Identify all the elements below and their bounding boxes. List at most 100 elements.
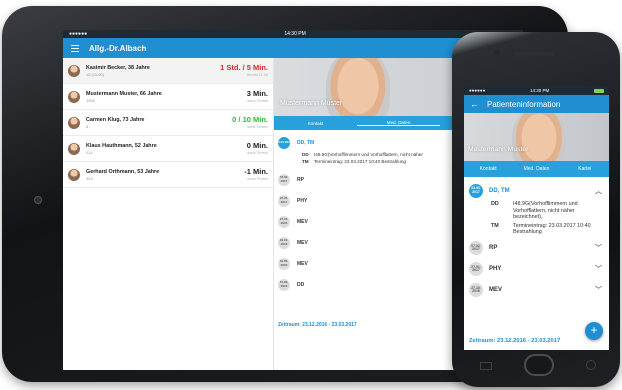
tab-kartei[interactable]: Kartei (561, 166, 609, 172)
add-button[interactable]: + (585, 322, 603, 340)
patient-name: Klaus Hauthmann, 52 Jahre (86, 142, 157, 149)
patient-photo: Mustermann Muster (464, 113, 609, 161)
chevron-down-icon[interactable]: ﹀ (595, 264, 602, 274)
date-badge: 27.10. 2016 (469, 283, 483, 298)
detail-tabs: Kontakt Med. Daten Kartei (464, 161, 609, 177)
record-entry-open[interactable]: 23.03. 2017 DD, TM ︿ (469, 180, 604, 201)
date-range: Zeitraum: 23.12.2016 - 23.03.2017 (278, 322, 357, 328)
record-code: PHY (489, 266, 502, 273)
back-key-icon[interactable] (586, 360, 596, 370)
patient-name: Kasimir Becker, 38 Jahre (86, 64, 150, 71)
home-button[interactable] (524, 354, 554, 376)
detail-key: TM (491, 222, 499, 229)
phone-camera (494, 50, 500, 56)
date-badge: 27.01. 2017 (278, 194, 290, 207)
record-code: MEV (297, 239, 308, 246)
record-code: MEV (297, 260, 308, 267)
appointment-note: ohne Termin (247, 125, 268, 129)
chevron-down-icon[interactable]: ﹀ (595, 243, 602, 253)
patient-row[interactable]: Kasimir Becker, 38 Jahre 15 (11:00) 1 St… (63, 58, 273, 84)
date-badge: 07.02. 2017 (278, 173, 290, 186)
appointment-note: ohne Termin (247, 177, 268, 181)
date-badge: 07.02. 2017 (469, 241, 483, 256)
record-code: PHY (297, 197, 308, 204)
wait-time: 3 Min. (246, 89, 268, 98)
patient-sub: 214 (86, 149, 93, 155)
patient-sub: 8 (86, 123, 89, 129)
record-code: RP (297, 176, 304, 183)
record-details: DD I48.9G(Vorhofflimmern und Vorhofflatte… (469, 201, 604, 236)
patient-row[interactable]: Mustermann Muster, 66 Jahre 1555 3 Min. … (63, 84, 273, 110)
phone-screen: ●●●●●● 14:30 PM ← Patienteninformation M… (464, 86, 609, 350)
back-arrow-icon[interactable]: ← (470, 99, 479, 109)
patient-sub: 15 (11:00) (86, 71, 104, 77)
record-entry[interactable]: 27.01. 2017 PHY ﹀ (469, 259, 604, 280)
record-list: 23.03. 2017 DD, TM ︿ DD I48.9G(Vorhofflim… (464, 177, 609, 301)
patient-hero-name: Mustermann Muster (280, 100, 343, 107)
patient-hero-name: Mustermann Muster (468, 146, 529, 153)
patient-row[interactable]: Gerhard Orthmann, 53 Jahre 353 -1 Min. o… (63, 162, 273, 188)
record-code: MEV (489, 287, 503, 294)
record-code: DD, TM (489, 187, 510, 194)
patient-portrait (326, 58, 390, 116)
record-entry[interactable]: 27.10. 2016 MEV ﹀ (469, 280, 604, 301)
detail-value: Termineintrag: 23.03.2017 10:40 Bestrahl… (513, 222, 591, 236)
chevron-down-icon[interactable]: ﹀ (595, 285, 602, 295)
menu-key-icon[interactable] (480, 362, 492, 370)
signal-indicator: ●●●●●● (469, 88, 486, 93)
patient-sub: 353 (86, 175, 93, 181)
avatar (68, 90, 80, 103)
record-code: DD (297, 281, 305, 288)
patient-name: Carmen Klug, 73 Jahre (86, 116, 145, 123)
patient-name: Mustermann Muster, 66 Jahre (86, 90, 162, 97)
appointment-note: ohne Termin (247, 151, 268, 155)
date-badge: 15.09. 2016 (278, 278, 290, 291)
date-badge: 27.10. 2016 (278, 215, 290, 228)
detail-value: Termineintrag: 23.03.2017 10:40 Bestrahl… (314, 159, 406, 164)
tablet-status-bar: ●●●●●● 14:30 PM (63, 30, 523, 38)
date-badge: 27.01. 2017 (469, 262, 483, 277)
phone-speaker (514, 52, 554, 56)
tab-kontakt[interactable]: Kontakt (464, 166, 512, 172)
wait-time: 1 Std. / 5 Min. (220, 63, 268, 72)
patient-row[interactable]: Carmen Klug, 73 Jahre 8 0 / 10 Min. ohne… (63, 110, 273, 136)
record-entry[interactable]: 07.02. 2017 RP ﹀ (469, 238, 604, 259)
appointment-note: ohne Termin (247, 99, 268, 103)
patient-portrait (512, 113, 566, 161)
record-code: MEV (297, 218, 308, 225)
date-badge: 19.10. 2016 (278, 236, 290, 249)
date-badge: 19.09. 2016 (278, 257, 290, 270)
avatar (68, 116, 80, 129)
record-code: DD, TM (297, 139, 315, 146)
detail-value: I48.9G(Vorhofflimmern und Vorhofflattern… (314, 152, 423, 157)
patient-name: Gerhard Orthmann, 53 Jahre (86, 168, 160, 175)
patient-sub: 1555 (86, 97, 95, 103)
avatar (68, 168, 80, 181)
device-mockup: ●●●●●● 14:30 PM Allg.-Dr.Albach Kasimir … (0, 0, 622, 390)
wait-time: -1 Min. (244, 167, 268, 176)
status-time: 14:30 PM (530, 88, 550, 93)
chevron-up-icon[interactable]: ︿ (595, 186, 602, 196)
wait-time: 0 Min. (246, 141, 268, 150)
detail-value: I48.9G(Vorhofflimmern und Vorhofflattern… (513, 201, 578, 221)
wait-time: 0 / 10 Min. (232, 115, 268, 124)
avatar (68, 64, 80, 77)
menu-icon[interactable] (71, 44, 79, 52)
detail-key: TM (302, 159, 309, 164)
signal-indicator: ●●●●●● (69, 31, 88, 37)
tab-med-daten[interactable]: Med. Daten (357, 120, 440, 126)
appointment-note: Termin 11:00 (246, 73, 268, 77)
tab-med-daten[interactable]: Med. Daten (512, 166, 560, 172)
record-code: RP (489, 245, 498, 252)
date-range: Zeitraum: 23.12.2016 - 23.03.2017 (469, 338, 561, 344)
app-title: Allg.-Dr.Albach (89, 43, 147, 53)
phone-device: ●●●●●● 14:30 PM ← Patienteninformation M… (452, 32, 620, 387)
screen-title: Patienteninformation (487, 99, 561, 109)
date-badge: 23.03. 2017 (469, 183, 483, 198)
avatar (68, 142, 80, 155)
tab-kontakt[interactable]: Kontakt (274, 121, 357, 126)
date-badge: 23.03.2017 (277, 136, 292, 149)
patient-row[interactable]: Klaus Hauthmann, 52 Jahre 214 0 Min. ohn… (63, 136, 273, 162)
phone-app-bar: ← Patienteninformation (464, 95, 609, 113)
patient-list: Kasimir Becker, 38 Jahre 15 (11:00) 1 St… (63, 58, 274, 370)
